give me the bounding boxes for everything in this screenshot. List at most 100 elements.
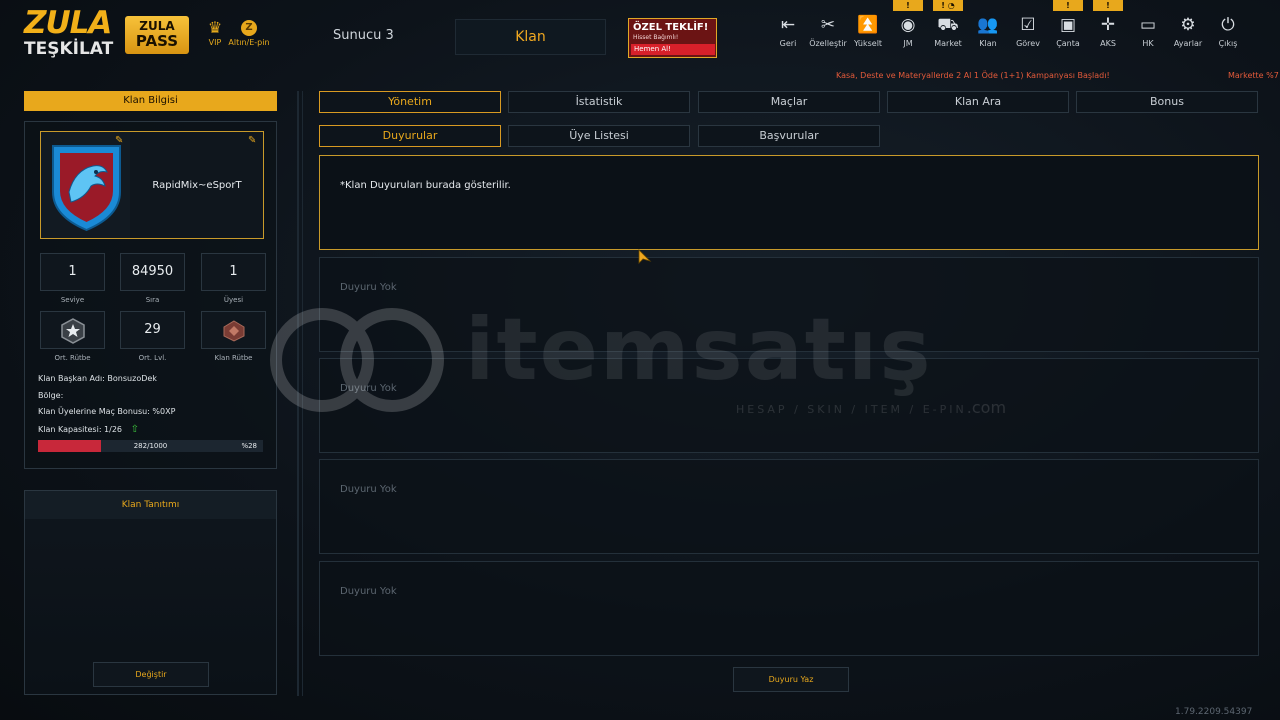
tab-yonetim[interactable]: Yönetim [319, 91, 501, 113]
offer-title: ÖZEL TEKLİF! [633, 22, 709, 33]
nav-hk[interactable]: ▭ HK [1128, 14, 1168, 54]
special-offer-banner[interactable]: ÖZEL TEKLİF! Hisset Bağımlı! Hemen Al! [628, 18, 717, 58]
announcement-empty-text: Duyuru Yok [340, 586, 397, 597]
power-icon: ⏻ [1221, 15, 1235, 35]
clan-emblem-icon [52, 145, 121, 232]
nav-label: AKS [1100, 39, 1116, 48]
nav-label: Klan [979, 39, 997, 48]
announcement-empty-text: Duyuru Yok [340, 484, 397, 495]
crosshair-icon: ✛ [1100, 15, 1116, 35]
upgrade-icon: ⏫ [857, 15, 879, 35]
stat-label: Sıra [145, 296, 160, 304]
news-ticker-2: Markette %7 [1228, 71, 1279, 80]
coin-icon: Z [241, 20, 257, 36]
progress-text: 282/1000 [133, 442, 168, 450]
stat-ort-rutbe [40, 311, 105, 349]
exit-icon: ⇤ [780, 15, 796, 35]
stat-label: Seviye [60, 296, 85, 304]
coins-icon: ◉ [900, 15, 916, 35]
subtab-duyurular[interactable]: Duyurular [319, 125, 501, 147]
section-tab-klan[interactable]: Klan [455, 19, 606, 55]
nav-label: Çanta [1056, 39, 1080, 48]
laurel-icon: ♛ [207, 18, 223, 37]
tab-maclar[interactable]: Maçlar [698, 91, 880, 113]
clan-icon: 👥 [977, 15, 999, 35]
wallet-icon: ▭ [1139, 15, 1157, 35]
nav-klan[interactable]: 👥 Klan [968, 14, 1008, 54]
watermark-logo-icon [270, 308, 444, 412]
server-label: Sunucu 3 [333, 28, 394, 43]
clan-intro-header: Klan Tanıtımı [25, 491, 276, 519]
subtab-basvurular[interactable]: Başvurular [698, 125, 880, 147]
announcement-empty-text: Duyuru Yok [340, 282, 397, 293]
cart-icon: ⛟ [937, 15, 959, 35]
write-announcement-button[interactable]: Duyuru Yaz [733, 667, 849, 692]
clan-emblem-box[interactable]: ✎ [40, 131, 131, 239]
aks-badge: ! [1093, 0, 1123, 11]
nav-label: HK [1142, 39, 1154, 48]
clan-xp-progress: 282/1000 %28 [38, 440, 263, 452]
watermark-dotcom: .com [966, 398, 1007, 417]
version-label: 1.79.2209.54397 [1175, 707, 1253, 717]
nav-cikis[interactable]: ⏻ Çıkış [1208, 14, 1248, 54]
edit-name-icon[interactable]: ✎ [248, 135, 256, 146]
news-ticker: Kasa, Deste ve Materyallerde 2 Al 1 Öde … [836, 71, 1110, 80]
announcement-info-box: *Klan Duyuruları burada gösterilir. [319, 155, 1259, 250]
nav-jm[interactable]: ◉ JM [888, 14, 928, 54]
stat-uyesi: 1 [201, 253, 266, 291]
watermark-sub: HESAP / SKIN / ITEM / E-PIN [736, 403, 967, 416]
nav-label: Market [934, 39, 962, 48]
pass-line-2: PASS [135, 32, 179, 50]
tab-istatistik[interactable]: İstatistik [508, 91, 690, 113]
nav-market[interactable]: ⛟ Market [928, 14, 968, 54]
nav-geri[interactable]: ⇤ Geri [768, 14, 808, 54]
clan-name: RapidMix~eSporT [152, 180, 242, 191]
nav-ozellestir[interactable]: ✂ Özelleştir [808, 14, 848, 54]
nav-label: Çıkış [1218, 39, 1238, 48]
task-icon: ☑ [1020, 15, 1036, 35]
market-badge: ! ◔ [933, 0, 963, 11]
altin-epin-button[interactable]: Z Altın/E-pin [226, 18, 272, 52]
nav-ayarlar[interactable]: ⚙ Ayarlar [1168, 14, 1208, 54]
gear-icon: ⚙ [1180, 15, 1196, 35]
game-logo: ZULA TEŞKİLAT [22, 6, 114, 62]
nav-gorev[interactable]: ☑ Görev [1008, 14, 1048, 54]
mouse-cursor-icon [638, 249, 652, 264]
altin-label: Altın/E-pin [228, 38, 270, 47]
nav-label: JM [903, 39, 913, 48]
edit-emblem-icon[interactable]: ✎ [115, 135, 123, 146]
subtab-uye-listesi[interactable]: Üye Listesi [508, 125, 690, 147]
stat-label: Ort. Rütbe [54, 354, 91, 362]
clan-capacity: Klan Kapasitesi: 1/26 ⇧ [38, 424, 139, 435]
watermark-subtext: HESAP / SKIN / ITEM / E-PIN.com [736, 398, 1006, 417]
announcement-slot: Duyuru Yok [319, 561, 1259, 656]
clan-leader: Klan Başkan Adı: BonsuzoDek [38, 374, 157, 383]
clan-rank-icon [223, 320, 244, 342]
canta-badge: ! [1053, 0, 1083, 11]
stat-label: Üyesi [223, 296, 244, 304]
nav-canta[interactable]: ▣ Çanta [1048, 14, 1088, 54]
logo-line-2: TEŞKİLAT [24, 39, 114, 59]
clan-match-bonus: Klan Üyelerine Maç Bonusu: %0XP [38, 407, 176, 416]
nav-yukselt[interactable]: ⏫ Yükselt [848, 14, 888, 54]
clan-region: Bölge: [38, 391, 64, 400]
tab-klan-ara[interactable]: Klan Ara [887, 91, 1069, 113]
stat-label: Klan Rütbe [214, 354, 253, 362]
tab-bonus[interactable]: Bonus [1076, 91, 1258, 113]
offer-cta: Hemen Al! [631, 44, 715, 55]
watermark-text: itemsatış [465, 300, 933, 400]
change-button[interactable]: Değiştir [93, 662, 209, 687]
nav-label: Geri [779, 39, 797, 48]
rank-star-icon [60, 318, 85, 344]
logo-line-1: ZULA [24, 5, 112, 41]
upgrade-arrow-icon[interactable]: ⇧ [131, 424, 139, 435]
nav-aks[interactable]: ✛ AKS [1088, 14, 1128, 54]
vip-button[interactable]: ♛ VIP [204, 18, 226, 52]
bag-icon: ▣ [1059, 15, 1077, 35]
stat-label: Ort. Lvl. [138, 354, 167, 362]
zula-pass-button[interactable]: ZULA PASS [125, 16, 189, 54]
announcement-slot: Duyuru Yok [319, 459, 1259, 554]
vip-label: VIP [208, 38, 222, 47]
offer-subtitle: Hisset Bağımlı! [633, 34, 679, 41]
clan-info-header: Klan Bilgisi [24, 91, 277, 111]
